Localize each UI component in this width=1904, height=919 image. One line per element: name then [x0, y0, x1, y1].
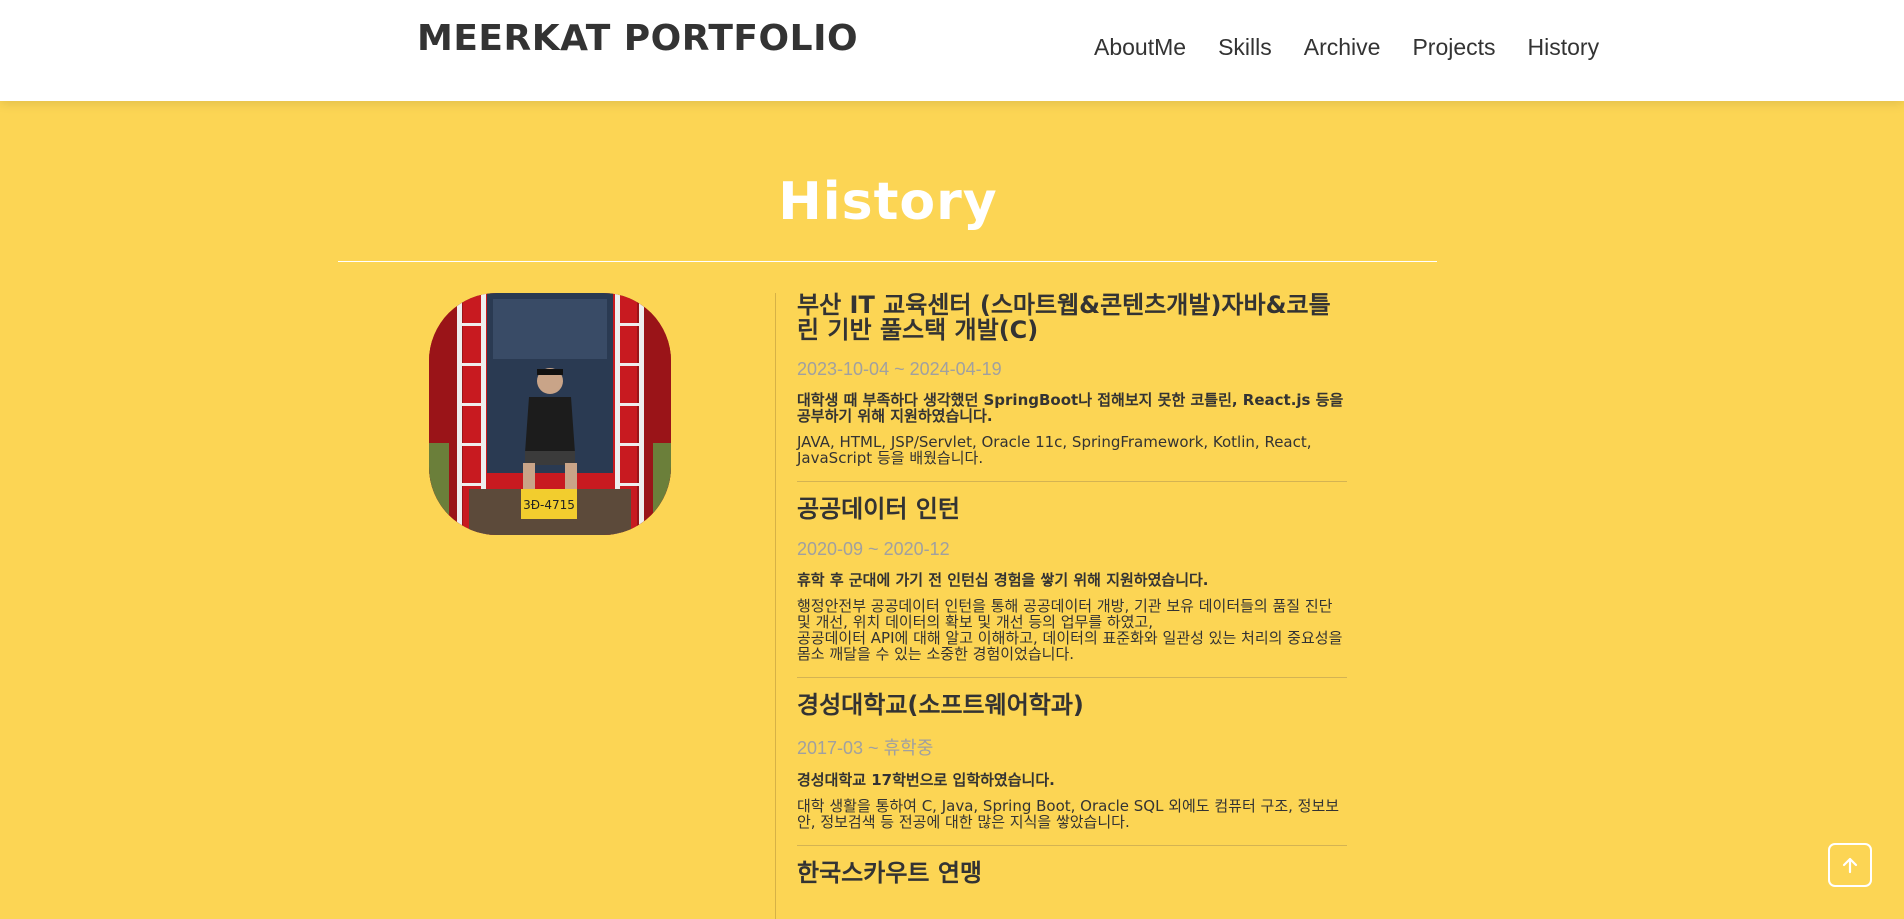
history-entry-lead: 휴학 후 군대에 가기 전 인턴십 경험을 쌓기 위해 지원하였습니다. [797, 570, 1209, 589]
section-title: History [778, 172, 998, 232]
history-entry-date: 2020-09 ~ 2020-12 [797, 538, 950, 559]
history-entry: 한국스카우트 연맹 [797, 858, 1347, 887]
history-entry-description: 행정안전부 공공데이터 인턴을 통해 공공데이터 개방, 기관 보유 데이터들의… [797, 596, 1343, 663]
history-entry-lead: 대학생 때 부족하다 생각했던 SpringBoot나 접해보지 못한 코틀린,… [797, 391, 1344, 426]
title-divider [338, 261, 1437, 262]
timeline-line [775, 293, 776, 919]
profile-photo: 3Ð-4715 [429, 293, 671, 535]
license-plate-text: 3Ð-4715 [523, 498, 575, 512]
history-entry-date: 2023-10-04 ~ 2024-04-19 [797, 359, 1002, 380]
history-entry-title: 부산 IT 교육센터 (스마트웹&콘텐츠개발)자바&코틀린 기반 풀스택 개발(… [797, 291, 1331, 345]
history-entry: 공공데이터 인턴 2020-09 ~ 2020-12 휴학 후 군대에 가기 전… [797, 495, 1347, 678]
nav-link-history[interactable]: History [1528, 34, 1600, 61]
scroll-to-top-button[interactable] [1828, 843, 1872, 887]
history-entry-lead: 경성대학교 17학번으로 입학하였습니다. [797, 770, 1055, 789]
arrow-up-icon [1842, 857, 1858, 874]
brand-logo[interactable]: MEERKAT PORTFOLIO [417, 18, 858, 59]
history-entry-description: JAVA, HTML, JSP/Servlet, Oracle 11c, Spr… [797, 433, 1312, 468]
nav-link-archive[interactable]: Archive [1304, 34, 1381, 61]
navbar: MEERKAT PORTFOLIO AboutMe Skills Archive… [0, 0, 1904, 101]
history-list: 부산 IT 교육센터 (스마트웹&콘텐츠개발)자바&코틀린 기반 풀스택 개발(… [797, 291, 1347, 902]
nav-link-aboutme[interactable]: AboutMe [1094, 34, 1186, 61]
history-entry-title: 경성대학교(소프트웨어학과) [797, 690, 1084, 719]
nav-links: AboutMe Skills Archive Projects History [1094, 34, 1599, 61]
nav-link-skills[interactable]: Skills [1218, 34, 1272, 61]
history-entry-date: 2017-03 ~ 휴학중 [797, 737, 934, 758]
history-entry: 경성대학교(소프트웨어학과) 2017-03 ~ 휴학중 경성대학교 17학번으… [797, 690, 1347, 846]
history-entry-title: 공공데이터 인턴 [797, 495, 960, 524]
history-entry-description: 대학 생활을 통하여 C, Java, Spring Boot, Oracle … [797, 796, 1340, 831]
history-entry-title: 한국스카우트 연맹 [797, 858, 982, 887]
nav-link-projects[interactable]: Projects [1412, 34, 1495, 61]
history-entry: 부산 IT 교육센터 (스마트웹&콘텐츠개발)자바&코틀린 기반 풀스택 개발(… [797, 291, 1347, 483]
